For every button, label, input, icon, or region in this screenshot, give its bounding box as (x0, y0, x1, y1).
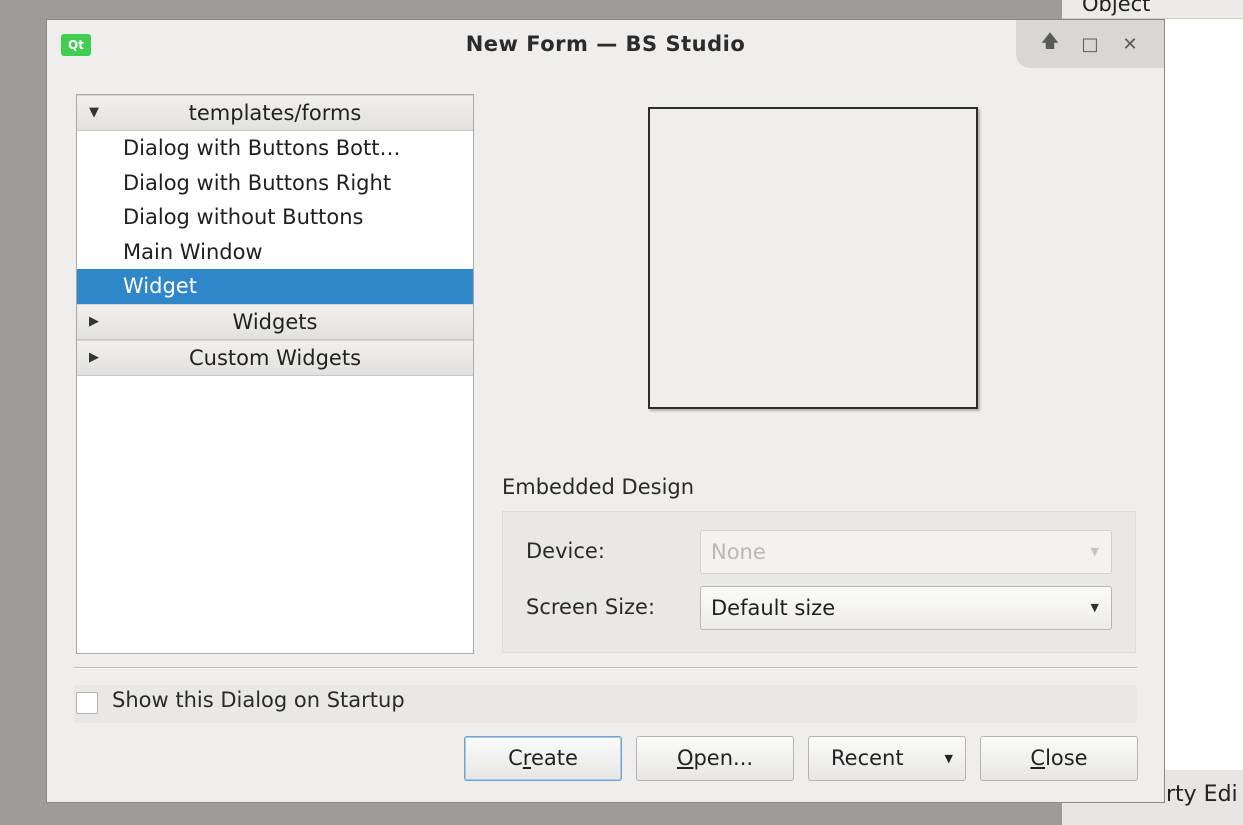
tree-item-dialog-buttons-right[interactable]: Dialog with Buttons Right (77, 166, 473, 201)
dialog-titlebar[interactable]: Qt New Form — BS Studio 🡅 □ ✕ (47, 20, 1164, 70)
collapsed-arrow-icon[interactable]: ▶ (89, 341, 99, 375)
open-label-post: pen... (693, 746, 754, 770)
screen-size-value: Default size (711, 596, 836, 620)
separator (74, 667, 1137, 669)
close-button[interactable]: Close (980, 736, 1138, 781)
open-label-mnemonic: O (676, 746, 694, 770)
template-tree[interactable]: ▼ templates/forms Dialog with Buttons Bo… (76, 94, 474, 654)
device-value: None (711, 540, 766, 564)
open-button[interactable]: Open... (636, 736, 794, 781)
create-label-post: eate (530, 746, 578, 770)
maximize-icon[interactable]: □ (1077, 34, 1103, 55)
embedded-design-title: Embedded Design (502, 475, 695, 499)
tree-category-templates-forms[interactable]: ▼ templates/forms (77, 95, 473, 131)
category-label: Widgets (232, 309, 318, 334)
minimize-icon[interactable]: 🡅 (1037, 29, 1063, 59)
close-label-mnemonic: C (1030, 746, 1046, 770)
chevron-down-icon[interactable]: ▼ (1091, 587, 1099, 629)
recent-button[interactable]: Recent ▼ (808, 736, 966, 781)
background-bottom-text: rty Edi (1166, 782, 1238, 807)
category-label: templates/forms (188, 101, 362, 125)
window-controls: 🡅 □ ✕ (1016, 20, 1164, 68)
startup-checkbox-row: Show this Dialog on Startup (74, 685, 1137, 723)
tree-item-dialog-buttons-bottom[interactable]: Dialog with Buttons Bott… (77, 131, 473, 166)
create-label-mnemonic: r (522, 746, 531, 770)
screen-size-combobox[interactable]: Default size ▼ (700, 586, 1112, 630)
close-label-post: lose (1045, 746, 1088, 770)
show-on-startup-checkbox[interactable] (76, 692, 98, 714)
collapsed-arrow-icon[interactable]: ▶ (89, 305, 99, 339)
close-icon[interactable]: ✕ (1117, 34, 1143, 55)
tree-item-dialog-without-buttons[interactable]: Dialog without Buttons (77, 200, 473, 235)
category-label: Custom Widgets (188, 345, 362, 370)
chevron-down-icon[interactable]: ▼ (945, 737, 953, 780)
tree-category-widgets[interactable]: ▶ Widgets (77, 303, 473, 340)
background-object-header: Object (1062, 0, 1243, 19)
recent-label: Recent (831, 746, 904, 770)
tree-item-main-window[interactable]: Main Window (77, 235, 473, 270)
new-form-dialog: Qt New Form — BS Studio 🡅 □ ✕ ▼ template… (46, 19, 1165, 803)
tree-item-widget[interactable]: Widget (77, 269, 473, 304)
background-header-text: Object (1082, 0, 1151, 16)
chevron-down-icon: ▼ (1090, 545, 1099, 558)
create-button[interactable]: Create (464, 736, 622, 781)
expanded-arrow-icon[interactable]: ▼ (89, 96, 99, 130)
dialog-title: New Form — BS Studio (465, 32, 746, 56)
tree-category-custom-widgets[interactable]: ▶ Custom Widgets (77, 339, 473, 376)
show-on-startup-label[interactable]: Show this Dialog on Startup (112, 688, 405, 712)
screen-size-label: Screen Size: (526, 595, 656, 619)
device-label: Device: (526, 539, 605, 563)
device-combobox: None ▼ (700, 530, 1112, 574)
create-label-pre: C (508, 746, 523, 770)
form-preview (648, 107, 978, 409)
